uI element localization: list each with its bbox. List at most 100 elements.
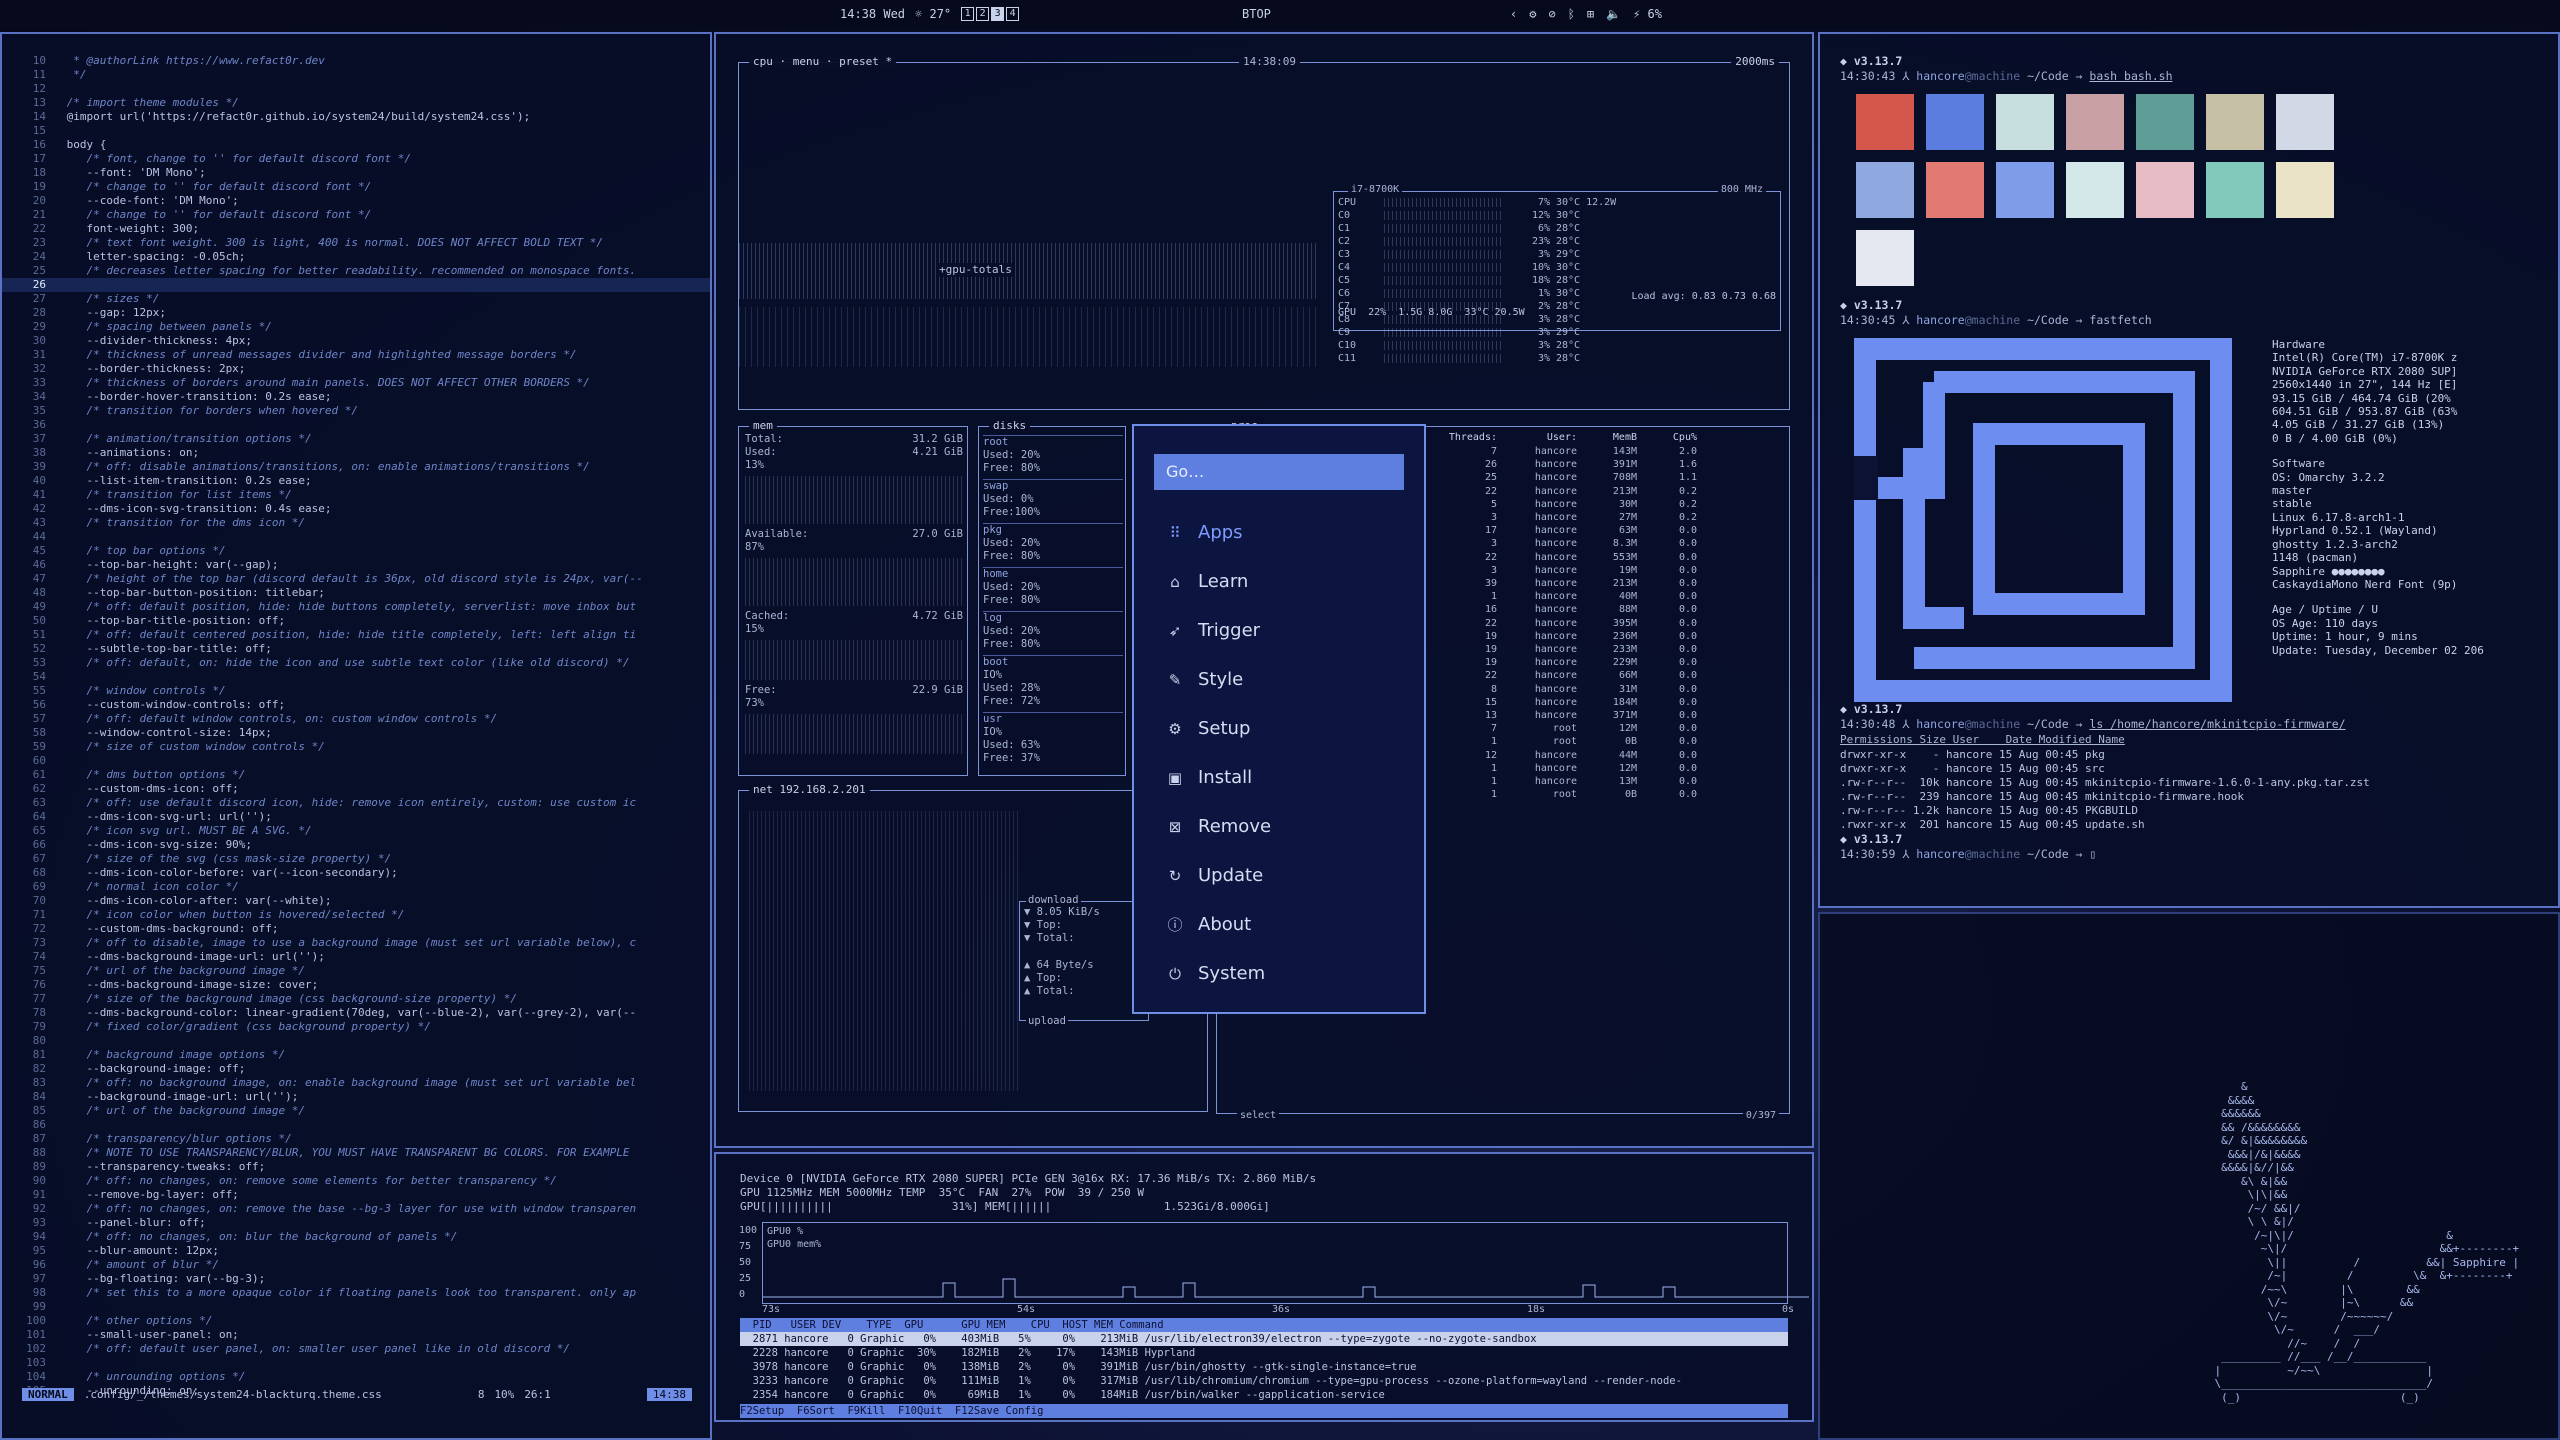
- editor-line[interactable]: 70 --dms-icon-color-after: var(--white);: [2, 894, 710, 908]
- editor-line[interactable]: 87 /* transparency/blur options */: [2, 1132, 710, 1146]
- mem-label[interactable]: mem: [749, 419, 777, 432]
- editor-line[interactable]: 12: [2, 82, 710, 96]
- gpu-proc-row[interactable]: 2354 hancore 0 Graphic 0% 69MiB 1% 0% 18…: [740, 1388, 1788, 1402]
- gpu-proc-row[interactable]: 3978 hancore 0 Graphic 0% 138MiB 2% 0% 3…: [740, 1360, 1788, 1374]
- editor-line[interactable]: 43 /* transition for the dms icon */: [2, 516, 710, 530]
- launcher-item-learn[interactable]: ⌂ Learn: [1134, 557, 1424, 606]
- launcher-search-input[interactable]: Go…: [1154, 454, 1404, 490]
- editor-line[interactable]: 25 /* decreases letter spacing for bette…: [2, 264, 710, 278]
- terminal-window[interactable]: ◆ v3.13.7 14:30:43 ⅄ hancore@machine ~/C…: [1818, 32, 2560, 908]
- launcher-item-install[interactable]: ▣ Install: [1134, 753, 1424, 802]
- editor-line[interactable]: 55 /* window controls */: [2, 684, 710, 698]
- chevron-left-icon[interactable]: ‹: [1510, 7, 1517, 21]
- editor-line[interactable]: 33 /* thickness of borders around main p…: [2, 376, 710, 390]
- editor-line[interactable]: 84 --background-image-url: url('');: [2, 1090, 710, 1104]
- editor-line[interactable]: 102 /* off: default user panel, on: smal…: [2, 1342, 710, 1356]
- editor-line[interactable]: 95 --blur-amount: 12px;: [2, 1244, 710, 1258]
- editor-line[interactable]: 65 /* icon svg url. MUST BE A SVG. */: [2, 824, 710, 838]
- editor-line[interactable]: 72 --custom-dms-background: off;: [2, 922, 710, 936]
- editor-line[interactable]: 27 /* sizes */: [2, 292, 710, 306]
- editor-line[interactable]: 86: [2, 1118, 710, 1132]
- proc-column-header[interactable]: MemB: [1577, 431, 1637, 445]
- wifi-off-icon[interactable]: ⊘: [1548, 7, 1555, 21]
- editor-line[interactable]: 41 /* transition for list items */: [2, 488, 710, 502]
- editor-line[interactable]: 104 /* unrounding options */: [2, 1370, 710, 1384]
- editor-line[interactable]: 49 /* off: default position, hide: hide …: [2, 600, 710, 614]
- editor-line[interactable]: 73 /* off to disable, image to use a bac…: [2, 936, 710, 950]
- launcher-item-remove[interactable]: ⊠ Remove: [1134, 802, 1424, 851]
- workspace-4[interactable]: 4: [1006, 7, 1020, 21]
- editor-line[interactable]: 56 --custom-window-controls: off;: [2, 698, 710, 712]
- editor-line[interactable]: 58 --window-control-size: 14px;: [2, 726, 710, 740]
- workspace-2[interactable]: 2: [976, 7, 990, 21]
- launcher-item-setup[interactable]: ⚙ Setup: [1134, 704, 1424, 753]
- editor-line[interactable]: 78 --dms-background-color: linear-gradie…: [2, 1006, 710, 1020]
- editor-line[interactable]: 90 /* off: no changes, on: remove some e…: [2, 1174, 710, 1188]
- editor-line[interactable]: 89 --transparency-tweaks: off;: [2, 1160, 710, 1174]
- gpu-proc-row[interactable]: 2871 hancore 0 Graphic 0% 403MiB 5% 0% 2…: [740, 1332, 1788, 1346]
- editor-line[interactable]: 88 /* NOTE TO USE TRANSPARENCY/BLUR, YOU…: [2, 1146, 710, 1160]
- editor-line[interactable]: 92 /* off: no changes, on: remove the ba…: [2, 1202, 710, 1216]
- editor-line[interactable]: 17 /* font, change to '' for default dis…: [2, 152, 710, 166]
- editor-line[interactable]: 76 --dms-background-image-size: cover;: [2, 978, 710, 992]
- editor-line[interactable]: 100 /* other options */: [2, 1314, 710, 1328]
- workspace-1[interactable]: 1: [961, 7, 975, 21]
- nvtop-footer[interactable]: F2Setup F6Sort F9Kill F10Quit F12Save Co…: [740, 1404, 1788, 1418]
- editor-line[interactable]: 34 --border-hover-transition: 0.2s ease;: [2, 390, 710, 404]
- editor-line[interactable]: 37 /* animation/transition options */: [2, 432, 710, 446]
- editor-line[interactable]: 81 /* background image options */: [2, 1048, 710, 1062]
- editor-line[interactable]: 21 /* change to '' for default discord f…: [2, 208, 710, 222]
- bluetooth-icon[interactable]: ᛒ: [1568, 7, 1575, 21]
- gpu-proc-row[interactable]: 3233 hancore 0 Graphic 0% 111MiB 1% 0% 3…: [740, 1374, 1788, 1388]
- editor-line[interactable]: 47 /* height of the top bar (discord def…: [2, 572, 710, 586]
- editor-line[interactable]: 97 --bg-floating: var(--bg-3);: [2, 1272, 710, 1286]
- editor-line[interactable]: 96 /* amount of blur */: [2, 1258, 710, 1272]
- editor-line[interactable]: 71 /* icon color when button is hovered/…: [2, 908, 710, 922]
- launcher-item-trigger[interactable]: ➶ Trigger: [1134, 606, 1424, 655]
- editor-line[interactable]: 66 --dms-icon-svg-size: 90%;: [2, 838, 710, 852]
- editor-line[interactable]: 77 /* size of the background image (css …: [2, 992, 710, 1006]
- editor-line[interactable]: 38 --animations: on;: [2, 446, 710, 460]
- editor-line[interactable]: 91 --remove-bg-layer: off;: [2, 1188, 710, 1202]
- editor-line[interactable]: 60: [2, 754, 710, 768]
- clock[interactable]: 14:38 Wed: [840, 7, 905, 21]
- editor-line[interactable]: 46 --top-bar-height: var(--gap);: [2, 558, 710, 572]
- editor-line[interactable]: 19 /* change to '' for default discord f…: [2, 180, 710, 194]
- launcher-item-style[interactable]: ✎ Style: [1134, 655, 1424, 704]
- editor-line[interactable]: 63 /* off: use default discord icon, hid…: [2, 796, 710, 810]
- editor-line[interactable]: 67 /* size of the svg (css mask-size pro…: [2, 852, 710, 866]
- editor-line[interactable]: 75 /* url of the background image */: [2, 964, 710, 978]
- editor-line[interactable]: 48 --top-bar-button-position: titlebar;: [2, 586, 710, 600]
- settings-icon[interactable]: ⚙: [1529, 7, 1536, 21]
- editor-line[interactable]: 22 font-weight: 300;: [2, 222, 710, 236]
- editor-line[interactable]: 20 --code-font: 'DM Mono';: [2, 194, 710, 208]
- editor-line[interactable]: 14 @import url('https://refact0r.github.…: [2, 110, 710, 124]
- editor-line[interactable]: 99: [2, 1300, 710, 1314]
- editor-buffer[interactable]: 10 * @authorLink https://www.refact0r.de…: [2, 54, 710, 1398]
- editor-line[interactable]: 30 --divider-thickness: 4px;: [2, 334, 710, 348]
- launcher-item-update[interactable]: ↻ Update: [1134, 851, 1424, 900]
- editor-line[interactable]: 13 /* import theme modules */: [2, 96, 710, 110]
- proc-column-header[interactable]: Cpu%: [1637, 431, 1697, 445]
- menu-tab[interactable]: menu: [793, 55, 820, 68]
- editor-line[interactable]: 50 --top-bar-title-position: off;: [2, 614, 710, 628]
- prompt-line[interactable]: 14:30:59 ⅄ hancore@machine ~/Code → ▯: [1840, 846, 2538, 862]
- cpu-tab[interactable]: cpu: [753, 55, 773, 68]
- net-label[interactable]: net: [753, 783, 773, 796]
- preset-tab[interactable]: preset *: [839, 55, 892, 68]
- update-interval[interactable]: 2000ms: [1731, 55, 1779, 68]
- editor-line[interactable]: 15: [2, 124, 710, 138]
- editor-line[interactable]: 39 /* off: disable animations/transition…: [2, 460, 710, 474]
- editor-line[interactable]: 103: [2, 1356, 710, 1370]
- editor-line[interactable]: 40 --list-item-transition: 0.2s ease;: [2, 474, 710, 488]
- editor-line[interactable]: 24 letter-spacing: -0.05ch;: [2, 250, 710, 264]
- editor-line[interactable]: 35 /* transition for borders when hovere…: [2, 404, 710, 418]
- launcher-item-about[interactable]: ⓘ About: [1134, 900, 1424, 949]
- editor-line[interactable]: 61 /* dms button options */: [2, 768, 710, 782]
- launcher-item-system[interactable]: ⏻ System: [1134, 949, 1424, 998]
- app-launcher[interactable]: Go… ⠿ Apps ⌂ Learn ➶ Trigger ✎ Style ⚙ Setup ▣ Inst…: [1132, 424, 1426, 1014]
- proc-column-header[interactable]: User:: [1497, 431, 1577, 445]
- volume-icon[interactable]: 🔈: [1606, 7, 1621, 21]
- weather[interactable]: ☼ 27°: [915, 7, 951, 21]
- editor-line[interactable]: 57 /* off: default window controls, on: …: [2, 712, 710, 726]
